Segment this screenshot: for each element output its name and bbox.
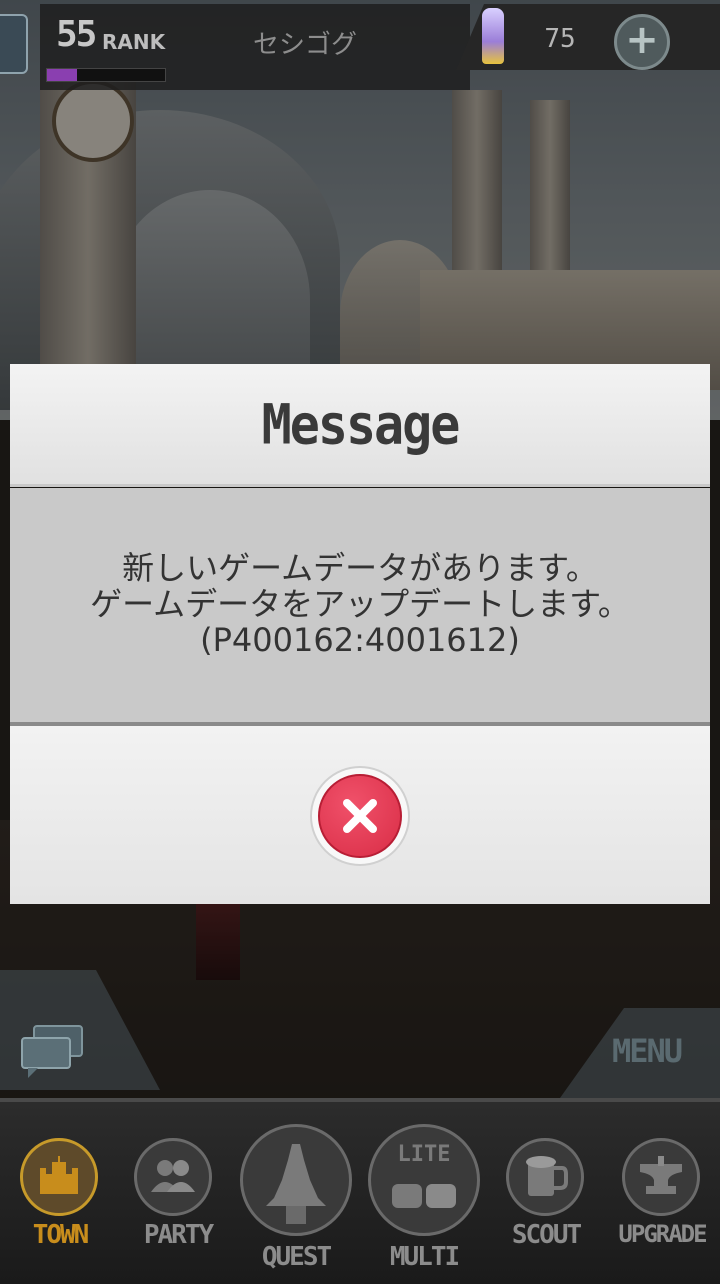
lite-badge: LITE	[397, 1142, 451, 1167]
nav-upgrade[interactable]: UPGRADE	[606, 1102, 716, 1284]
dialog-body: 新しいゲームデータがあります。 ゲームデータをアップデートします。 (P4001…	[10, 488, 710, 726]
dialog-message-line-1: 新しいゲームデータがあります。	[122, 549, 598, 587]
nav-town[interactable]: TOWN	[8, 1102, 118, 1284]
close-button-face[interactable]	[318, 774, 402, 858]
rank-number: 55	[56, 14, 97, 55]
nav-quest[interactable]: QUEST	[236, 1102, 352, 1284]
player-name: セシゴグ	[252, 30, 357, 60]
message-dialog: Message 新しいゲームデータがあります。 ゲームデータをアップデートします…	[10, 364, 710, 904]
close-button[interactable]	[310, 766, 410, 866]
rank-label: RANK	[102, 30, 166, 54]
nav-upgrade-label: UPGRADE	[618, 1220, 707, 1248]
menu-label: MENU	[612, 1032, 683, 1070]
beer-mug-icon	[526, 1156, 568, 1196]
exp-bar	[46, 68, 166, 82]
crystal-gem-icon	[482, 8, 504, 64]
fist-bump-icon	[392, 1184, 456, 1208]
profile-tab[interactable]	[0, 14, 28, 74]
close-icon	[343, 799, 377, 833]
dialog-message-line-2: ゲームデータをアップデートします。	[90, 585, 630, 623]
dialog-title: Message	[261, 393, 461, 457]
dialog-header: Message	[10, 364, 710, 487]
nav-scout[interactable]: SCOUT	[494, 1102, 604, 1284]
dialog-message: 新しいゲームデータがあります。 ゲームデータをアップデートします。 (P4001…	[10, 550, 710, 658]
bottom-nav: TOWN PARTY QUEST LITE MULTI SCOUT UPGRAD…	[0, 1098, 720, 1284]
anvil-icon	[640, 1156, 682, 1194]
exp-bar-fill	[47, 69, 77, 81]
tower-icon	[266, 1144, 326, 1224]
chat-bubbles-icon[interactable]	[20, 1024, 86, 1078]
dialog-footer	[10, 726, 710, 904]
nav-quest-label: QUEST	[261, 1242, 332, 1272]
gem-count: 75	[544, 24, 576, 54]
nav-multi-label: MULTI	[389, 1242, 460, 1272]
add-gems-button[interactable]: +	[614, 14, 670, 70]
dialog-message-line-3: (P400162:4001612)	[200, 621, 520, 659]
castle-icon	[40, 1156, 78, 1194]
party-people-icon	[151, 1160, 195, 1192]
nav-party[interactable]: PARTY	[124, 1102, 234, 1284]
nav-multi[interactable]: LITE MULTI	[364, 1102, 480, 1284]
